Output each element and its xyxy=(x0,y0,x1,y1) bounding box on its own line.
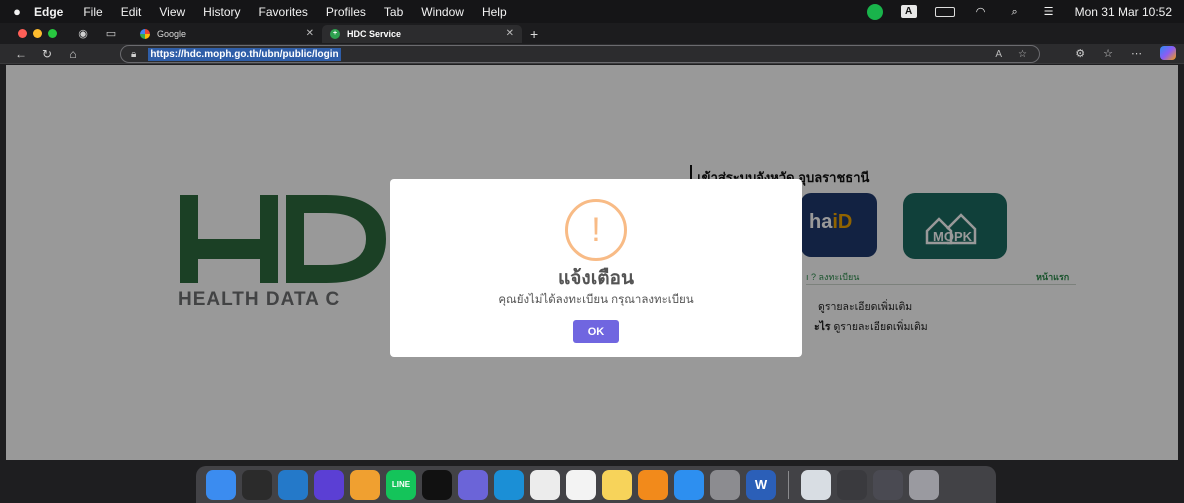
menu-favorites[interactable]: Favorites xyxy=(259,5,308,19)
apple-menu-icon[interactable]: ● xyxy=(0,4,34,19)
favorites-bar-icon[interactable]: ☆ xyxy=(1103,47,1113,60)
wifi-icon[interactable]: ◠ xyxy=(973,6,989,18)
dock-teams-icon[interactable] xyxy=(458,469,488,500)
control-center-icon[interactable]: ☰ xyxy=(1041,6,1057,18)
back-arrow-icon[interactable]: ← xyxy=(8,47,34,61)
dock-chatgpt-icon[interactable] xyxy=(422,469,452,500)
line-status-icon[interactable] xyxy=(866,3,883,20)
menu-app-name[interactable]: Edge xyxy=(34,5,63,19)
tab-google[interactable]: Google ✕ xyxy=(132,25,322,43)
minimize-window-button[interactable] xyxy=(33,29,42,38)
menu-help[interactable]: Help xyxy=(482,5,507,19)
address-bar[interactable]: 🔒︎ https://hdc.moph.go.th/ubn/public/log… xyxy=(120,45,1040,63)
dock-trash-icon[interactable] xyxy=(909,469,939,500)
screen: ● Edge File Edit View History Favorites … xyxy=(0,0,1184,503)
tab-label: HDC Service xyxy=(347,28,402,39)
dock-notes-icon[interactable] xyxy=(602,469,632,500)
dock-reminders-icon[interactable] xyxy=(566,469,596,500)
battery-icon[interactable] xyxy=(934,6,955,17)
menu-profiles[interactable]: Profiles xyxy=(326,5,366,19)
menu-clock[interactable]: Mon 31 Mar 10:52 xyxy=(1075,5,1172,19)
dock-word-icon[interactable]: W xyxy=(746,469,776,500)
url-text[interactable]: https://hdc.moph.go.th/ubn/public/login xyxy=(148,47,341,61)
more-menu-icon[interactable]: ⋯ xyxy=(1131,47,1142,60)
refresh-icon[interactable]: ↻ xyxy=(34,47,60,61)
address-row: ← ↻ ⌂ 🔒︎ https://hdc.moph.go.th/ubn/publ… xyxy=(0,44,1184,64)
status-area: A ◠ ⌕ ☰ Mon 31 Mar 10:52 xyxy=(866,3,1184,20)
lock-icon[interactable]: 🔒︎ xyxy=(131,49,136,60)
dialog-title: แจ้งเตือน xyxy=(558,268,634,289)
menu-file[interactable]: File xyxy=(83,5,102,19)
dock-app-store-icon[interactable] xyxy=(674,469,704,500)
close-tab-icon[interactable]: ✕ xyxy=(506,28,514,39)
menu-window[interactable]: Window xyxy=(421,5,464,19)
extensions-icon[interactable]: ⚙ xyxy=(1075,47,1085,60)
dock-system-settings-icon[interactable] xyxy=(710,469,740,500)
dock-terminal-icon[interactable] xyxy=(242,469,272,500)
tab-hdc-service[interactable]: + HDC Service ✕ xyxy=(322,24,522,43)
dock-chatgpt-alt-icon[interactable] xyxy=(350,469,380,500)
tab-strip: ◉ ▭ Google ✕ + HDC Service ✕ + xyxy=(0,23,1184,44)
menu-edit[interactable]: Edit xyxy=(121,5,142,19)
favorite-star-icon[interactable]: ☆ xyxy=(1018,49,1027,60)
dock-glyph: LINE xyxy=(391,479,411,489)
warning-icon: ! xyxy=(565,199,627,261)
profile-avatar-icon[interactable]: ◉ xyxy=(76,27,90,41)
dock-downloads-stack-icon[interactable] xyxy=(837,469,867,500)
dock-vscode-icon[interactable] xyxy=(278,469,308,500)
hdc-favicon-icon: + xyxy=(330,28,340,39)
toolbar-right: ⚙ ☆ ⋯ xyxy=(1075,46,1176,60)
close-window-button[interactable] xyxy=(18,29,27,38)
menu-bar: ● Edge File Edit View History Favorites … xyxy=(0,0,1184,23)
window-controls xyxy=(0,29,76,38)
menu-tab[interactable]: Tab xyxy=(384,5,403,19)
dock-screenshot-stack-icon[interactable] xyxy=(873,469,903,500)
dock-finder-icon[interactable] xyxy=(206,469,236,500)
menu-view[interactable]: View xyxy=(159,5,185,19)
close-tab-icon[interactable]: ✕ xyxy=(306,28,314,39)
dock-separator xyxy=(788,470,789,499)
copilot-icon[interactable] xyxy=(1160,46,1176,60)
input-source-icon[interactable]: A xyxy=(900,5,917,18)
dock-preview-icon[interactable] xyxy=(801,469,831,500)
dock-pages-icon[interactable] xyxy=(638,469,668,500)
tab-label: Google xyxy=(157,28,187,39)
url-actions: A ☆ xyxy=(995,49,1027,60)
dock: LINE W xyxy=(196,466,996,503)
dialog-message: คุณยังไม่ได้ลงทะเบียน กรุณาลงทะเบียน xyxy=(498,294,694,306)
ok-button[interactable]: OK xyxy=(573,320,619,343)
home-icon[interactable]: ⌂ xyxy=(60,47,86,61)
alert-dialog: ! แจ้งเตือน คุณยังไม่ได้ลงทะเบียน กรุณาล… xyxy=(390,179,802,357)
dock-line-icon[interactable]: LINE xyxy=(386,469,416,500)
dock-edge-icon[interactable] xyxy=(494,469,524,500)
zoom-window-button[interactable] xyxy=(48,29,57,38)
page-viewport: HEALTH DATA C เข้าสู่ระบบจังหวัด อุบลราช… xyxy=(6,65,1178,460)
spotlight-icon[interactable]: ⌕ xyxy=(1007,6,1023,18)
google-favicon-icon xyxy=(140,28,150,39)
dock-glyph: W xyxy=(754,476,768,492)
menu-history[interactable]: History xyxy=(203,5,240,19)
dock-arc-icon[interactable] xyxy=(314,469,344,500)
read-aloud-icon[interactable]: A xyxy=(995,49,1002,60)
new-tab-icon[interactable]: + xyxy=(530,26,538,42)
dock-chrome-icon[interactable] xyxy=(530,469,560,500)
tab-actions-icon[interactable]: ▭ xyxy=(104,27,118,41)
